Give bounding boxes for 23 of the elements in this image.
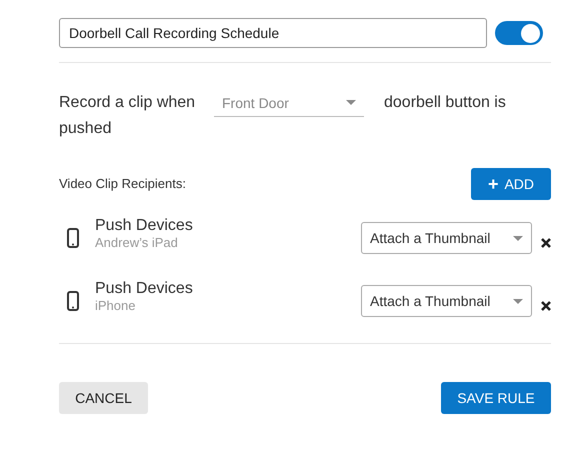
door-dropdown[interactable]: Front Door bbox=[214, 89, 364, 117]
trigger-text: Record a clip when bbox=[59, 93, 196, 113]
thumbnail-dropdown[interactable]: Attach a Thumbnail bbox=[361, 222, 532, 254]
caret-icon bbox=[513, 298, 523, 304]
recipient-title: Push Devices bbox=[95, 280, 194, 298]
close-icon[interactable] bbox=[541, 238, 551, 248]
phone-icon bbox=[67, 228, 79, 248]
caret-icon bbox=[346, 100, 356, 105]
recipient-title: Push Devices bbox=[95, 217, 194, 235]
trigger-text: doorbell button is bbox=[384, 93, 506, 113]
device-name: iPhone bbox=[95, 298, 136, 314]
add-button[interactable]: + ADD bbox=[471, 168, 551, 200]
caret-icon bbox=[513, 236, 523, 240]
cancel-button[interactable]: CANCEL bbox=[59, 382, 148, 414]
save-rule-button[interactable]: SAVE RULE bbox=[441, 382, 551, 414]
device-name: Andrew’s iPad bbox=[95, 235, 179, 251]
trigger-text: pushed bbox=[59, 119, 112, 139]
enable-toggle[interactable] bbox=[495, 21, 543, 45]
thumbnail-dropdown[interactable]: Attach a Thumbnail bbox=[361, 285, 532, 317]
rule-name-field[interactable]: Doorbell Call Recording Schedule bbox=[59, 18, 487, 48]
phone-icon bbox=[67, 291, 79, 311]
close-icon[interactable] bbox=[541, 301, 551, 311]
recipients-label: Video Clip Recipients: bbox=[59, 175, 186, 194]
